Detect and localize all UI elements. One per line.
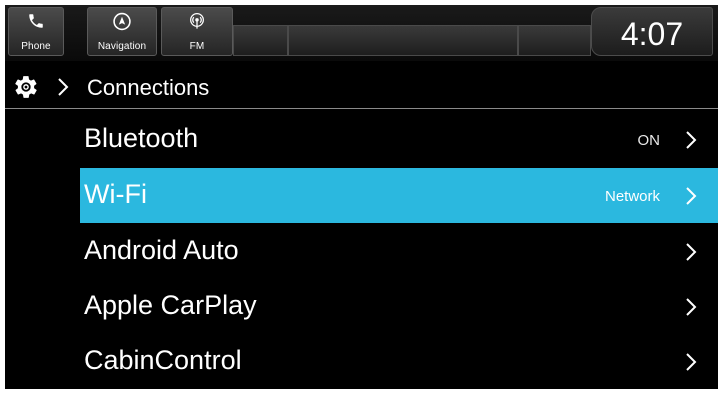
top-status-bar: Phone Navigation FM 4:07 (5, 5, 718, 61)
tab-fm-label: FM (189, 41, 205, 52)
tab-phone-label: Phone (21, 41, 51, 52)
list-item-label: Apple CarPlay (84, 290, 257, 320)
phone-icon (29, 14, 43, 28)
list-item-value: ON (637, 132, 661, 149)
gear-icon[interactable] (13, 74, 39, 100)
tab-fm[interactable]: FM (161, 7, 233, 56)
clock-box: 4:07 (591, 7, 713, 56)
infotainment-screen: Phone Navigation FM 4:07 Connections Blu… (5, 5, 718, 389)
list-item-wifi[interactable]: Wi-Fi Network (80, 168, 718, 223)
page-title: Connections (87, 75, 210, 100)
chevron-right-icon (686, 353, 697, 371)
status-bar-segment (233, 25, 288, 56)
status-bar-segment (518, 25, 591, 56)
list-item-apple-carplay[interactable]: Apple CarPlay (80, 279, 718, 334)
navigation-icon (113, 12, 131, 31)
tab-phone[interactable]: Phone (8, 7, 64, 56)
list-item-label: Wi-Fi (84, 179, 147, 209)
tab-navigation-label: Navigation (97, 41, 147, 52)
chevron-right-icon (686, 298, 697, 316)
list-item-cabincontrol[interactable]: CabinControl (80, 334, 718, 389)
chevron-right-icon (686, 131, 697, 149)
tab-navigation[interactable]: Navigation (87, 7, 157, 56)
list-item-label: Android Auto (84, 235, 239, 265)
clock: 4:07 (620, 16, 684, 52)
status-bar-segment (288, 25, 518, 56)
list-item-bluetooth[interactable]: Bluetooth ON (80, 112, 718, 167)
radio-icon (190, 12, 204, 29)
list-item-value: Network (604, 188, 660, 205)
chevron-right-icon (686, 187, 697, 205)
list-item-label: CabinControl (84, 345, 242, 375)
breadcrumb: Connections (5, 68, 718, 109)
list-item-label: Bluetooth (84, 123, 199, 153)
list-item-android-auto[interactable]: Android Auto (80, 224, 718, 279)
chevron-right-icon (686, 243, 697, 261)
chevron-right-icon (58, 78, 69, 96)
